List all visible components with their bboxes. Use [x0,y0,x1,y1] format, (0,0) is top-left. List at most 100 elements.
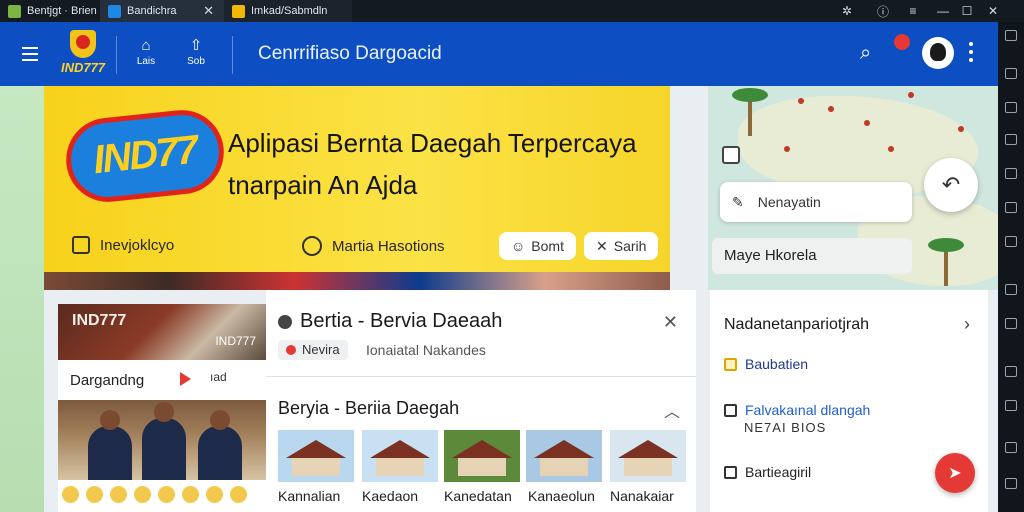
search-icon[interactable]: ⌕ [860,42,871,65]
notification-badge[interactable] [894,34,910,50]
hamburger-menu-icon[interactable] [22,47,38,61]
close-icon[interactable]: ✕ [203,3,214,19]
rail-tool-icon[interactable] [1005,102,1017,113]
rail-tool-icon[interactable] [1005,318,1017,329]
rail-tool-icon[interactable] [1005,168,1017,179]
sidebar-item[interactable]: Baubatien [724,356,808,372]
rail-tool-icon[interactable] [1005,366,1017,377]
house-wall [376,458,424,476]
map-pin-icon[interactable] [828,106,834,112]
hero-button-2[interactable]: ✕ Sarih [584,232,659,260]
tag-label: Nevira [302,342,340,357]
tab-label: Bentjgt · Brien [27,5,97,17]
reaction-icon[interactable] [86,486,103,503]
nav-upload-button[interactable]: ⇧ Sob [178,36,214,76]
home-icon: ⌂ [141,37,151,54]
hero-link-label: Inevjoklcyo [100,236,175,254]
hero-link-2[interactable]: Martia Hasotions [302,236,445,256]
section-title: Beryia - Beriia Daegah [278,398,460,418]
person-figure [142,402,186,480]
rail-tool-icon[interactable] [1005,478,1017,489]
window-tab-1[interactable]: Bentjgt · Brien [0,0,100,22]
map-pin-icon[interactable] [888,146,894,152]
settings-icon[interactable]: ✲ [832,0,862,22]
chevron-right-icon[interactable]: › [964,314,970,335]
article-thumbnail[interactable] [278,430,354,482]
layers-icon[interactable] [722,146,740,164]
info-icon[interactable]: ⓘ [868,0,898,22]
reaction-icon[interactable] [158,486,175,503]
article-meta: Ionaiatal Nakandes [366,342,486,358]
more-options-icon[interactable] [968,42,974,66]
reaction-icon[interactable] [230,486,247,503]
rail-tool-icon[interactable] [1005,68,1017,79]
map-pin-icon[interactable] [784,146,790,152]
rail-tool-icon[interactable] [1005,202,1017,213]
hero-banner: IND77 Aplipasi Bernta Daegah Terpercaya … [44,86,670,272]
rail-tool-icon[interactable] [1005,284,1017,295]
app-icon [8,4,21,18]
upload-icon: ⇧ [189,37,203,54]
reaction-icon[interactable] [182,486,199,503]
gear-icon [278,314,292,329]
pill-label: Sarih [613,238,647,254]
reaction-icon[interactable] [134,486,151,503]
news-card[interactable]: IND777 IND777 Dargandng ıad [58,304,266,512]
window-tab-2[interactable]: Bandichra ✕ [100,0,224,22]
article-thumbnail[interactable] [362,430,438,482]
volume-control[interactable]: ıad [210,370,227,384]
window-tab-strip: Bentjgt · Brien Bandichra ✕ Imkad/Sabmdl… [0,0,1024,22]
rail-tool-icon[interactable] [1005,236,1017,247]
map-search-input[interactable]: ✎ Nenayatin [720,182,912,222]
article-thumbnail[interactable] [444,430,520,482]
map-pin-icon[interactable] [798,98,804,104]
map-recenter-button[interactable]: ↶ [924,158,978,212]
article-title: Bertia - Bervia Daeaah [300,310,503,332]
window-tab-3[interactable]: Imkad/Sabmdln [224,0,352,22]
article-thumbnail[interactable] [526,430,602,482]
rail-tool-icon[interactable] [1005,134,1017,145]
sidebar-heading[interactable]: Nadanetanpariotjrah [724,316,869,334]
house-roof [452,440,512,458]
play-icon[interactable] [180,372,191,386]
emulator-side-rail [998,22,1024,512]
reaction-icon[interactable] [110,486,127,503]
hero-link-1[interactable]: Inevjoklcyo [72,236,174,254]
reaction-icon[interactable] [62,486,79,503]
house-wall [624,458,672,476]
news-video-thumbnail[interactable] [58,400,266,480]
checkbox-icon[interactable] [724,357,737,371]
map-pin-icon[interactable] [958,126,964,132]
brand-logo[interactable]: IND777 [58,30,108,82]
thumbnail-caption: Kaedaon [362,488,419,504]
checkbox-icon[interactable] [724,403,737,417]
checkbox-icon[interactable] [724,465,737,479]
page-title: Cenrrifiaso Dargoacid [258,43,442,64]
send-icon: ➤ [948,465,962,482]
floating-action-button[interactable]: ➤ [935,453,975,493]
map-pin-icon[interactable] [864,120,870,126]
rail-tool-icon[interactable] [1005,30,1017,41]
chevron-up-icon[interactable]: ︿ [664,398,680,422]
edit-icon: ✎ [732,193,744,210]
sidebar-item-subtext: NE7AI BIOS [744,420,827,435]
article-thumbnail[interactable] [610,430,686,482]
map-location-label[interactable]: Maye Hkorela [712,238,912,274]
sidebar-item[interactable]: Falvakaınal dlangah [724,402,870,418]
close-window-icon[interactable]: ✕ [978,0,1008,22]
hero-button-1[interactable]: ☺ Bomt [499,232,576,260]
rail-tool-icon[interactable] [1005,400,1017,411]
map-pin-icon[interactable] [908,92,914,98]
nav-label: Lais [136,56,156,67]
sidebar-item[interactable]: Bartieagiril [724,464,811,480]
document-icon [72,236,90,254]
tab-label: Bandichra [127,5,177,17]
avatar[interactable] [922,37,954,69]
reaction-icon[interactable] [206,486,223,503]
menu-icon[interactable]: ≡ [898,0,928,22]
close-icon[interactable]: ✕ [663,312,678,333]
category-tag[interactable]: Nevira [278,340,348,360]
thumbnail-caption: Nanakaiar [610,488,674,504]
nav-home-button[interactable]: ⌂ Lais [128,36,164,76]
rail-tool-icon[interactable] [1005,442,1017,453]
